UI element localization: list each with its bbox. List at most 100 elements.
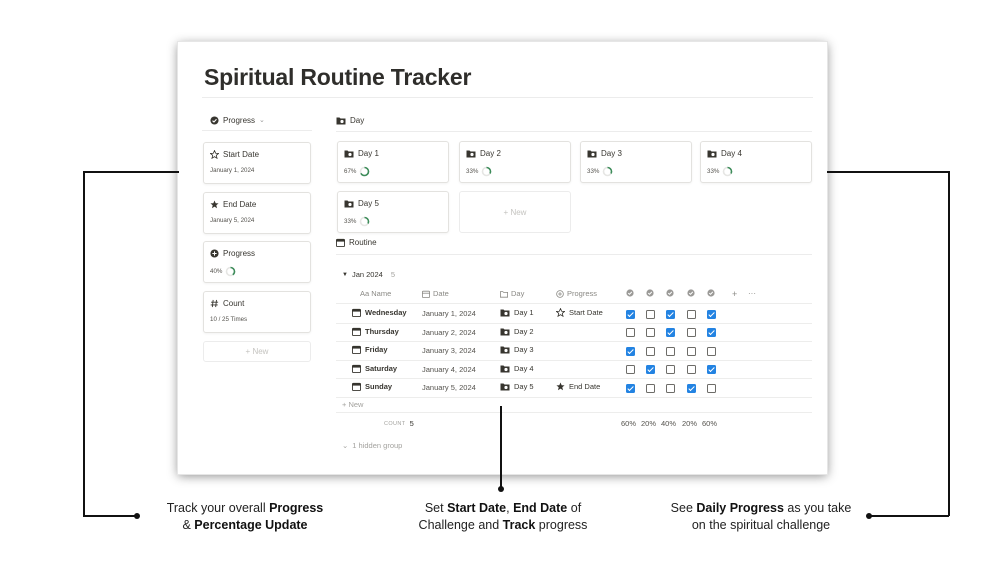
row-checkbox[interactable] xyxy=(687,328,696,337)
row-day-relation[interactable]: Day 5 xyxy=(500,382,534,391)
day-card-title-text: Day 1 xyxy=(358,149,379,158)
summary-card-end[interactable]: End Date January 5, 2024 xyxy=(203,192,311,234)
day-new-button[interactable]: + New xyxy=(459,191,571,233)
day-card-4[interactable]: Day 4 33% xyxy=(700,141,812,183)
row-day-text: Day 4 xyxy=(514,363,534,373)
row-name[interactable]: Friday xyxy=(352,345,388,354)
star-outline-icon xyxy=(556,308,565,317)
row-checkbox[interactable] xyxy=(687,383,696,393)
center-caption: Set Start Date, End Date of Challenge an… xyxy=(392,500,614,534)
row-date-text: January 2, 2024 xyxy=(422,327,476,337)
routine-view-tab[interactable]: Routine xyxy=(336,238,377,247)
row-checkbox[interactable] xyxy=(707,346,716,356)
row-name[interactable]: Thursday xyxy=(352,327,399,336)
row-checkbox[interactable] xyxy=(707,365,716,374)
calendar-icon xyxy=(352,364,361,373)
day-card-progress: 33% xyxy=(466,166,492,177)
row-checkbox[interactable] xyxy=(666,309,675,319)
day-card-3[interactable]: Day 3 33% xyxy=(580,141,692,183)
row-date[interactable]: January 4, 2024 xyxy=(422,365,476,374)
row-checkbox[interactable] xyxy=(707,328,716,337)
row-day-relation[interactable]: Day 4 xyxy=(500,364,534,373)
row-date[interactable]: January 5, 2024 xyxy=(422,383,476,392)
day-view-tab[interactable]: Day xyxy=(336,116,364,125)
progress-view-label: Progress xyxy=(223,115,256,125)
row-checkbox[interactable] xyxy=(646,346,655,356)
folder-icon xyxy=(336,116,346,125)
column-name[interactable]: Aa Name xyxy=(360,289,391,298)
row-checkbox[interactable] xyxy=(666,383,675,393)
column-percent-checked[interactable]: 20% xyxy=(682,419,697,428)
hidden-group-toggle[interactable]: ⌄ 1 hidden group xyxy=(342,441,402,450)
row-name[interactable]: Sunday xyxy=(352,382,392,391)
row-date[interactable]: January 2, 2024 xyxy=(422,328,476,337)
row-checkbox[interactable] xyxy=(687,309,696,319)
row-checkbox[interactable] xyxy=(666,328,675,337)
add-column-button[interactable]: + xyxy=(732,289,737,299)
row-day-relation[interactable]: Day 2 xyxy=(500,327,534,336)
row-checkbox[interactable] xyxy=(707,383,716,393)
summary-card-title: Start Date xyxy=(210,150,259,159)
row-progress-text: Start Date xyxy=(569,308,603,317)
chevron-down-icon[interactable]: ⌄ xyxy=(259,116,265,124)
group-toggle[interactable]: ▼ Jan 2024 5 xyxy=(342,270,395,279)
summary-card-progress[interactable]: Progress 40% xyxy=(203,241,311,283)
summary-card-title-text: End Date xyxy=(223,200,257,209)
center-caption-bold-end: End Date xyxy=(513,501,568,515)
count-calculation[interactable]: COUNT 5 xyxy=(384,419,414,428)
center-caption-bold-track: Track xyxy=(502,518,536,532)
row-progress-relation[interactable]: Start Date xyxy=(556,308,603,317)
row-checkbox[interactable] xyxy=(626,346,635,356)
summary-card-start[interactable]: Start Date January 1, 2024 xyxy=(203,142,311,184)
new-row-button[interactable]: + New xyxy=(342,400,363,409)
day-card-1[interactable]: Day 1 67% xyxy=(337,141,449,183)
summary-card-count[interactable]: Count 10 / 25 Times xyxy=(203,291,311,333)
day-card-2[interactable]: Day 2 33% xyxy=(459,141,571,183)
row-checkbox[interactable] xyxy=(646,309,655,319)
day-view-divider xyxy=(336,131,812,132)
row-checkbox[interactable] xyxy=(687,365,696,374)
day-card-progress: 33% xyxy=(344,216,370,227)
row-day-text: Day 1 xyxy=(514,308,534,317)
row-checkbox[interactable] xyxy=(707,309,716,319)
row-name[interactable]: Saturday xyxy=(352,364,397,373)
row-date[interactable]: January 1, 2024 xyxy=(422,309,476,318)
row-checkbox[interactable] xyxy=(626,328,635,337)
row-day-relation[interactable]: Day 3 xyxy=(500,345,534,354)
row-name[interactable]: Wednesday xyxy=(352,308,407,317)
progress-view-tab[interactable]: Progress ⌄ xyxy=(202,113,312,131)
checkbox-column-2[interactable] xyxy=(646,289,654,297)
checkbox-column-5[interactable] xyxy=(707,289,715,297)
column-date[interactable]: Date xyxy=(422,289,449,298)
checkbox-column-3[interactable] xyxy=(666,289,674,297)
checkbox-column-1[interactable] xyxy=(626,289,634,297)
row-checkbox[interactable] xyxy=(666,365,675,374)
row-checkbox[interactable] xyxy=(646,365,655,374)
row-date[interactable]: January 3, 2024 xyxy=(422,346,476,355)
column-progress[interactable]: Progress xyxy=(556,289,597,298)
row-divider xyxy=(336,378,812,379)
summary-new-button[interactable]: + New xyxy=(203,341,311,362)
row-checkbox[interactable] xyxy=(626,365,635,374)
star-filled-icon xyxy=(210,200,219,209)
day-card-title: Day 5 xyxy=(344,199,379,208)
checkbox-column-4[interactable] xyxy=(687,289,695,297)
row-checkbox[interactable] xyxy=(646,383,655,393)
day-card-5[interactable]: Day 5 33% xyxy=(337,191,449,233)
column-day[interactable]: Day xyxy=(500,289,524,298)
row-checkbox[interactable] xyxy=(626,309,635,319)
column-percent-checked[interactable]: 20% xyxy=(641,419,656,428)
summary-card-value-text: 10 / 25 Times xyxy=(210,316,248,323)
row-checkbox[interactable] xyxy=(626,383,635,393)
column-percent-checked[interactable]: 40% xyxy=(661,419,676,428)
row-progress-relation[interactable]: End Date xyxy=(556,382,600,391)
row-day-relation[interactable]: Day 1 xyxy=(500,308,534,317)
calendar-icon xyxy=(352,327,361,336)
row-checkbox[interactable] xyxy=(687,346,696,356)
row-checkbox[interactable] xyxy=(646,328,655,337)
row-checkbox[interactable] xyxy=(666,346,675,356)
column-percent-checked[interactable]: 60% xyxy=(621,419,636,428)
row-date-text: January 3, 2024 xyxy=(422,346,476,355)
more-options-button[interactable]: ··· xyxy=(748,289,756,298)
column-percent-checked[interactable]: 60% xyxy=(702,419,717,428)
